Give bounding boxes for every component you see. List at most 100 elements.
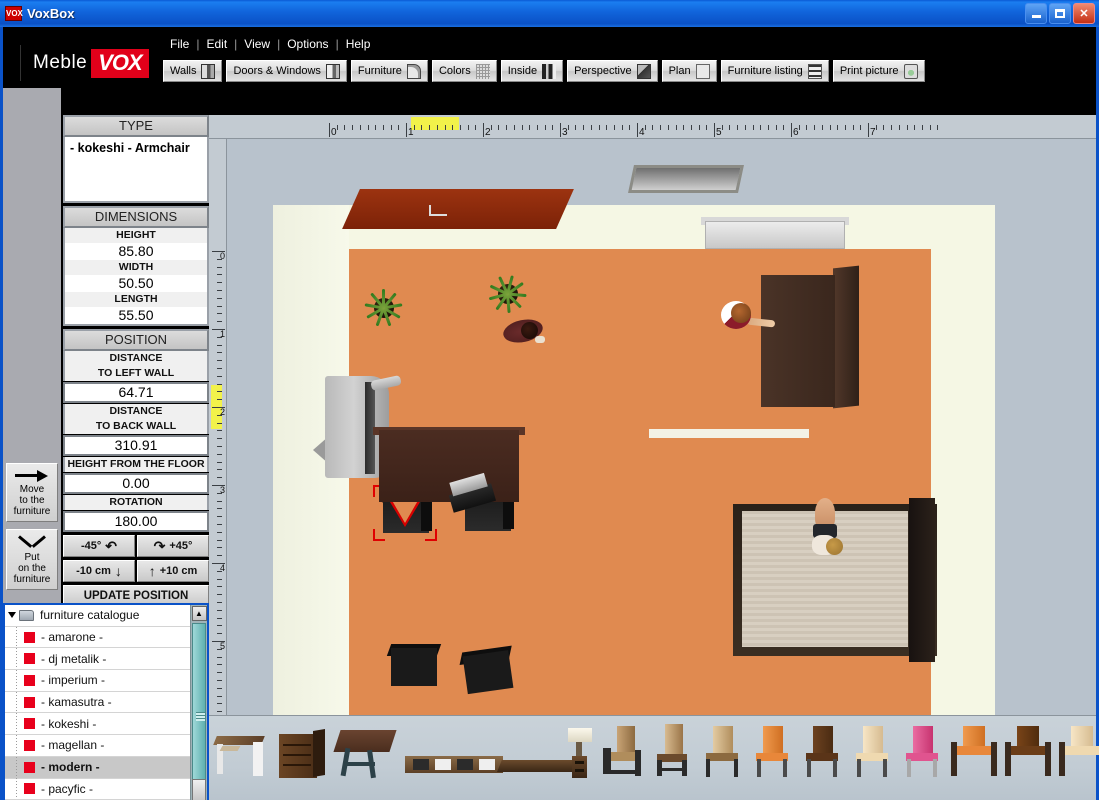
palette-item-drafting-table[interactable] (333, 728, 397, 779)
rotate-minus-45-button[interactable]: -45° ↶ (63, 535, 135, 557)
inside-icon (542, 63, 557, 79)
vertical-ruler[interactable]: 0 1 2 3 4 5 (209, 139, 227, 715)
ruler-tick (217, 391, 222, 393)
palette-item-floor-lamp[interactable] (567, 728, 593, 778)
list-item[interactable]: - pacyfic - (5, 778, 207, 800)
ruler-tick (217, 500, 222, 502)
ruler-tick (590, 125, 592, 130)
plant[interactable] (361, 285, 407, 331)
kitchen-counter[interactable] (705, 221, 845, 249)
toolbar-button-perspective[interactable]: Perspective (567, 60, 658, 82)
list-item[interactable]: - dj metalik - (5, 648, 207, 671)
dog-tail (535, 336, 545, 343)
toolbar-button-plan[interactable]: Plan (661, 60, 717, 82)
ruler-label: 5 (716, 127, 722, 138)
move-plus-10cm-button[interactable]: ↑ +10 cm (137, 560, 209, 582)
voxbox-application: VOX VoxBox ✕ Meble VOX File | Edit | Vie… (0, 0, 1099, 800)
scroll-up-button[interactable]: ▲ (191, 606, 207, 621)
scrollbar-track-block[interactable] (192, 779, 206, 800)
toolbar-button-colors[interactable]: Colors (431, 60, 497, 82)
catalogue-item-label: - modern - (41, 760, 100, 775)
menu-item-options[interactable]: Options (280, 36, 335, 52)
menu-item-edit[interactable]: Edit (199, 36, 234, 52)
close-button[interactable]: ✕ (1073, 3, 1095, 24)
ruler-tick (217, 469, 222, 471)
palette-item-chair-tall-back[interactable] (653, 724, 695, 778)
menu-item-view[interactable]: View (237, 36, 277, 52)
furniture-catalogue-tree: furniture catalogue - amarone - - dj met… (3, 603, 209, 800)
wall-shelf[interactable] (649, 429, 809, 438)
ruler-tick (217, 461, 222, 463)
toolbar-label: Walls (170, 65, 197, 77)
wall-table[interactable] (342, 189, 574, 229)
window[interactable] (628, 165, 744, 193)
distance-left-wall-input[interactable]: 64.71 (63, 382, 209, 403)
palette-item-chair-cream[interactable] (853, 726, 895, 778)
height-from-floor-input[interactable]: 0.00 (63, 473, 209, 494)
plant[interactable] (485, 271, 531, 317)
rotation-input[interactable]: 180.00 (63, 511, 209, 532)
expand-triangle-icon[interactable] (8, 612, 16, 619)
move-minus-10cm-button[interactable]: -10 cm ↓ (63, 560, 135, 582)
list-item[interactable]: - kamasutra - (5, 691, 207, 714)
toolbar-button-walls[interactable]: Walls (163, 60, 223, 82)
toolbar-button-doors-windows[interactable]: Doors & Windows (226, 60, 347, 82)
distance-back-wall-input[interactable]: 310.91 (63, 435, 209, 456)
ruler-tick (217, 321, 222, 323)
furniture-palette[interactable] (209, 715, 1099, 800)
catalogue-root-node[interactable]: furniture catalogue (5, 605, 207, 627)
ruler-tick (217, 664, 222, 666)
palette-item-desk[interactable] (213, 730, 269, 778)
distance-left-wall-label-line1: DISTANCE (63, 351, 209, 366)
list-item[interactable]: - kokeshi - (5, 713, 207, 736)
wardrobe[interactable] (761, 265, 859, 409)
swatch-icon (24, 739, 35, 751)
palette-item-chair-orange[interactable] (753, 726, 795, 778)
ruler-tick (217, 695, 222, 697)
palette-item-armchair-orange[interactable] (951, 726, 999, 778)
palette-item-armchair-cream[interactable] (1059, 726, 1099, 778)
rotate-plus-45-button[interactable]: ↷ +45° (137, 535, 209, 557)
palette-item-dresser[interactable] (275, 728, 327, 778)
palette-item-chair-brown[interactable] (803, 726, 845, 778)
palette-item-armchair-wood[interactable] (601, 726, 645, 778)
armchair[interactable] (459, 645, 518, 699)
rotation-label: ROTATION (63, 495, 209, 510)
list-item[interactable]: - imperium - (5, 669, 207, 692)
ruler-tick (217, 547, 222, 549)
scrollbar-thumb[interactable] (192, 623, 206, 783)
wardrobe-front (761, 275, 835, 407)
toolbar-button-furniture-listing[interactable]: Furniture listing (720, 60, 829, 82)
menu-item-file[interactable]: File (163, 36, 196, 52)
move-buttons-row: -10 cm ↓ ↑ +10 cm (63, 560, 209, 582)
plan-icon (695, 63, 710, 79)
toolbar-button-inside[interactable]: Inside (500, 60, 564, 82)
palette-item-chair-pink[interactable] (903, 726, 945, 778)
room-viewport-3d[interactable] (227, 139, 1096, 715)
ruler-tick (667, 125, 669, 130)
catalogue-scrollbar[interactable]: ▲ ▼ (190, 605, 207, 800)
palette-item-chair-cube[interactable] (703, 726, 745, 778)
move-to-furniture-button[interactable]: Move to the furniture (6, 463, 58, 522)
list-item[interactable]: - magellan - (5, 734, 207, 757)
ruler-tick (217, 586, 222, 588)
dog[interactable] (501, 316, 549, 346)
toolbar-button-furniture[interactable]: Furniture (350, 60, 428, 82)
ruler-tick (506, 125, 508, 130)
list-item-selected[interactable]: - modern - (5, 756, 207, 779)
minimize-button[interactable] (1025, 3, 1047, 24)
put-on-furniture-button[interactable]: Put on the furniture (6, 529, 58, 590)
palette-item-armchair-brown[interactable] (1005, 726, 1053, 778)
list-item[interactable]: - amarone - (5, 626, 207, 649)
armchair[interactable] (386, 644, 442, 690)
menu-item-help[interactable]: Help (339, 36, 378, 52)
person-figure (715, 295, 776, 337)
ruler-label: 1 (408, 127, 414, 138)
horizontal-ruler[interactable]: 0 1 2 3 4 5 6 7 (209, 115, 1096, 139)
toolbar-button-print-picture[interactable]: Print picture (832, 60, 925, 82)
ruler-tick (783, 125, 785, 130)
bed[interactable] (733, 498, 937, 662)
palette-item-tv-unit[interactable] (405, 750, 505, 778)
maximize-button[interactable] (1049, 3, 1071, 24)
window-title: VoxBox (27, 6, 75, 21)
